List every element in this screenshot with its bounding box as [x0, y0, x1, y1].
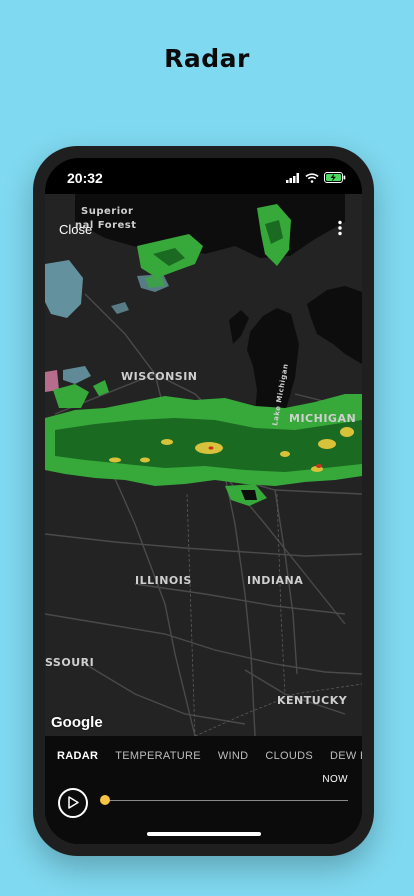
map-label-kentucky: KENTUCKY	[277, 694, 348, 707]
timeline-track[interactable]	[103, 800, 348, 801]
map-label-indiana: INDIANA	[247, 574, 303, 587]
more-vertical-icon[interactable]	[336, 220, 344, 236]
map-label-missouri: SSOURI	[45, 656, 94, 669]
map-label-superior-1: Superior	[81, 206, 133, 217]
layer-tabs: RADAR TEMPERATURE WIND CLOUDS DEW POINT	[57, 750, 362, 762]
status-time: 20:32	[67, 170, 103, 186]
map-label-wisconsin: WISCONSIN	[121, 370, 198, 383]
home-indicator	[147, 832, 261, 836]
play-button[interactable]	[58, 788, 88, 818]
map-canvas: Superior nal Forest WISCONSIN MICHIGAN L…	[45, 194, 362, 737]
battery-charging-icon	[324, 170, 346, 188]
google-attribution: Google	[51, 714, 103, 731]
map-label-illinois: ILLINOIS	[135, 574, 192, 587]
status-bar: 20:32	[45, 158, 362, 194]
tab-dew-point[interactable]: DEW POINT	[330, 750, 362, 762]
tab-wind[interactable]: WIND	[218, 750, 249, 762]
close-button[interactable]: Close	[59, 222, 92, 237]
phone-screen: 20:32 Superior nal Forest WISCONSIN MICH…	[45, 158, 362, 844]
now-label: NOW	[322, 774, 348, 785]
status-icons	[286, 170, 346, 188]
tab-clouds[interactable]: CLOUDS	[265, 750, 313, 762]
timeline-handle[interactable]	[100, 795, 110, 805]
map-label-michigan: MICHIGAN	[289, 412, 356, 425]
play-icon	[68, 796, 79, 809]
phone-frame: 20:32 Superior nal Forest WISCONSIN MICH…	[33, 146, 374, 856]
radar-map[interactable]: Superior nal Forest WISCONSIN MICHIGAN L…	[45, 194, 362, 737]
tab-temperature[interactable]: TEMPERATURE	[115, 750, 201, 762]
page-title: Radar	[164, 44, 250, 73]
cellular-signal-icon	[286, 170, 300, 188]
layer-panel: RADAR TEMPERATURE WIND CLOUDS DEW POINT …	[45, 736, 362, 844]
tab-radar[interactable]: RADAR	[57, 750, 98, 762]
wifi-icon	[305, 170, 319, 188]
